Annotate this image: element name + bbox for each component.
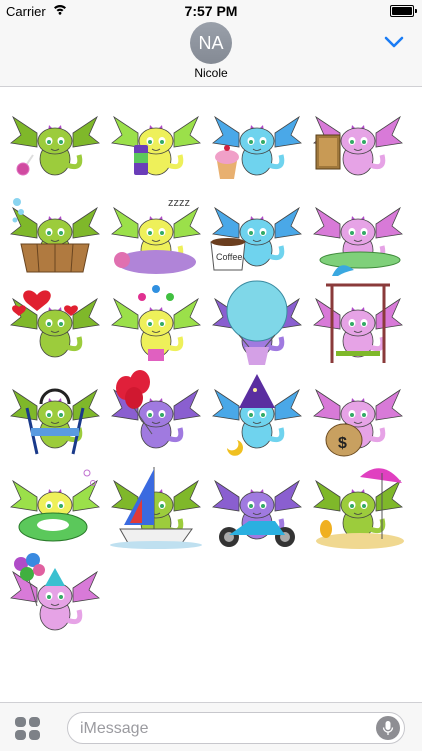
cyan-dragon-cupcake-sticker: [212, 115, 302, 179]
pink-dragon-swing-sticker: [313, 283, 403, 363]
pink-dragon-money-bag-sticker: $: [313, 388, 403, 457]
green-dragon-sailboat-sticker: [110, 467, 202, 549]
app-drawer-button[interactable]: [15, 717, 41, 741]
purple-dragon-hot-air-balloon-sticker: [212, 280, 302, 365]
pink-dragon-book-sticker: [313, 115, 403, 176]
green-dragon-beach-umbrella-sticker: [313, 468, 404, 549]
sticker-item[interactable]: [7, 95, 103, 186]
yellow-dragon-candy-can-sticker: [111, 115, 201, 176]
sticker-prop-text: $: [338, 435, 347, 452]
sticker-item[interactable]: [108, 95, 204, 186]
purple-dragon-motorcycle-sticker: [212, 479, 302, 547]
green-dragon-lollipop-sticker: [10, 115, 100, 176]
pink-dragon-surfing-sticker: [313, 206, 403, 276]
contact-avatar[interactable]: NA: [190, 22, 232, 64]
battery-icon: [390, 5, 417, 17]
yellow-dragon-sleeping-sticker: zzzz: [111, 197, 201, 274]
microphone-icon: [382, 721, 394, 735]
sticker-item[interactable]: zzzz: [108, 186, 204, 277]
sticker-item[interactable]: [209, 459, 305, 550]
contact-name[interactable]: Nicole: [0, 66, 422, 80]
sticker-item[interactable]: [310, 186, 406, 277]
sticker-item[interactable]: [7, 459, 103, 550]
sticker-item[interactable]: [310, 95, 406, 186]
sticker-prop-text: Coffee: [216, 252, 242, 262]
message-field[interactable]: [67, 712, 405, 744]
sticker-item[interactable]: [310, 277, 406, 368]
sticker-grid: zzzz Coffee $: [0, 95, 422, 641]
sticker-item[interactable]: [7, 186, 103, 277]
green-dragon-bathtub-sticker: [10, 198, 100, 273]
sticker-item[interactable]: [310, 459, 406, 550]
sticker-item[interactable]: [108, 277, 204, 368]
status-time: 7:57 PM: [184, 3, 238, 19]
sticker-item[interactable]: [7, 550, 103, 641]
yellow-dragon-swim-ring-sticker: [10, 469, 100, 542]
green-dragon-chair-headphones-sticker: [10, 388, 100, 455]
conversation-header: NA Nicole: [0, 22, 422, 87]
purple-dragon-red-balloons-sticker: [111, 370, 201, 449]
sticker-item[interactable]: [209, 95, 305, 186]
sticker-item[interactable]: Coffee: [209, 186, 305, 277]
sticker-item[interactable]: [7, 368, 103, 459]
message-input-bar: [0, 702, 422, 751]
imessage-input[interactable]: [80, 717, 350, 741]
green-dragon-hearts-sticker: [10, 290, 100, 358]
sticker-item[interactable]: $: [310, 368, 406, 459]
chevron-down-icon[interactable]: [384, 36, 404, 48]
sticker-item[interactable]: [209, 368, 305, 459]
yellow-dragon-jester-sticker: [111, 285, 201, 361]
pink-dragon-party-balloons-sticker: [10, 553, 100, 631]
battery-level: [392, 7, 412, 15]
microphone-button[interactable]: [376, 716, 400, 740]
svg-text:zzzz: zzzz: [168, 197, 190, 209]
status-bar: Carrier 7:57 PM: [0, 0, 422, 22]
sticker-item[interactable]: [209, 277, 305, 368]
cyan-dragon-wizard-sticker: [212, 374, 302, 456]
sticker-item[interactable]: [7, 277, 103, 368]
sticker-item[interactable]: [108, 459, 204, 550]
sticker-item[interactable]: [108, 368, 204, 459]
cyan-dragon-coffee-sticker: Coffee: [210, 206, 302, 271]
